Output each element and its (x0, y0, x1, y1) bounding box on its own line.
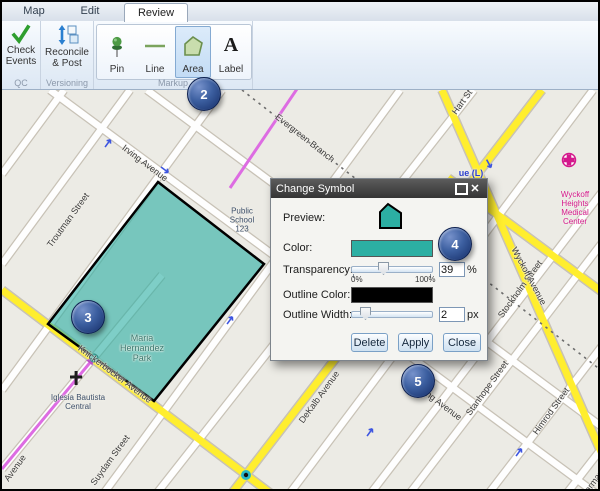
pin-tool-label: Pin (110, 64, 124, 75)
change-symbol-dialog: Change Symbol ✕ Preview: Color: Transpar… (270, 178, 488, 361)
dialog-title-bar[interactable]: Change Symbol ✕ (271, 179, 487, 198)
callout-badge-4: 4 (438, 227, 472, 261)
reconcile-icon (54, 24, 80, 46)
dialog-body: Preview: Color: Transparency: 0% 100% % … (271, 198, 487, 360)
group-qc: Check Events QC (2, 21, 41, 89)
label-tool-button[interactable]: A Label (213, 26, 249, 78)
apply-button[interactable]: Apply (398, 333, 433, 352)
label-tool-label: Label (219, 64, 243, 75)
outline-width-slider-thumb[interactable] (360, 307, 371, 320)
transparency-min-label: 0% (351, 275, 363, 284)
outline-width-label: Outline Width: (283, 309, 352, 321)
pin-tool-button[interactable]: Pin (99, 26, 135, 78)
callout-badge-2: 2 (187, 77, 221, 111)
area-tool-button[interactable]: Area (175, 26, 211, 78)
pin-icon (107, 27, 127, 64)
outline-width-input[interactable] (439, 307, 465, 322)
outline-width-slider[interactable] (351, 311, 433, 318)
outline-color-label: Outline Color: (283, 289, 350, 301)
app-window: Troutman StreetIrving AvenueIrving Avenu… (0, 0, 600, 491)
color-label: Color: (283, 242, 312, 254)
tab-map[interactable]: Map (10, 2, 58, 20)
symbol-preview (377, 201, 405, 231)
ribbon-toolbar: Check Events QC Reconcile & Post Version… (2, 21, 598, 90)
area-icon (180, 27, 206, 64)
transparency-unit: % (467, 264, 477, 276)
group-label-versioning: Versioning (41, 78, 93, 88)
line-icon (143, 27, 167, 64)
group-versioning: Reconcile & Post Versioning (41, 21, 94, 89)
subway-station-icon (241, 470, 251, 480)
tab-edit[interactable]: Edit (66, 2, 114, 20)
dialog-title: Change Symbol (276, 183, 454, 195)
transparency-label: Transparency: (283, 264, 353, 276)
line-tool-button[interactable]: Line (137, 26, 173, 78)
tab-review[interactable]: Review (124, 3, 188, 22)
preview-label: Preview: (283, 212, 325, 224)
group-markup: Pin Line Are (94, 21, 253, 89)
close-button[interactable]: Close (443, 333, 481, 352)
delete-button[interactable]: Delete (351, 333, 388, 352)
close-window-button[interactable]: ✕ (468, 182, 482, 195)
color-swatch[interactable] (351, 240, 433, 257)
reconcile-post-label: Reconcile & Post (45, 47, 89, 69)
group-label-qc: QC (2, 78, 40, 88)
transparency-max-label: 100% (415, 275, 435, 284)
reconcile-post-button[interactable]: Reconcile & Post (41, 23, 93, 69)
group-label-markup: Markup (94, 78, 252, 88)
markup-vertex-dot[interactable] (90, 354, 98, 362)
hospital-icon (563, 154, 576, 167)
check-events-label: Check Events (6, 45, 37, 67)
maximize-icon (455, 183, 468, 195)
check-icon (10, 24, 32, 44)
markup-tool-panel: Pin Line Are (96, 24, 252, 80)
area-tool-label: Area (182, 64, 203, 75)
callout-badge-5: 5 (401, 364, 435, 398)
callout-badge-3: 3 (71, 300, 105, 334)
maximize-button[interactable] (454, 182, 468, 195)
check-events-button[interactable]: Check Events (2, 23, 40, 67)
ribbon: Map Edit Review Check Events QC (2, 2, 598, 89)
ribbon-tab-bar: Map Edit Review (2, 2, 598, 22)
line-tool-label: Line (146, 64, 165, 75)
label-icon: A (224, 27, 238, 64)
close-icon: ✕ (470, 182, 479, 195)
transparency-slider-thumb[interactable] (378, 262, 389, 275)
transparency-input[interactable] (439, 262, 465, 277)
outline-color-swatch[interactable] (351, 287, 433, 303)
transparency-slider[interactable] (351, 266, 433, 273)
outline-width-unit: px (467, 309, 479, 321)
